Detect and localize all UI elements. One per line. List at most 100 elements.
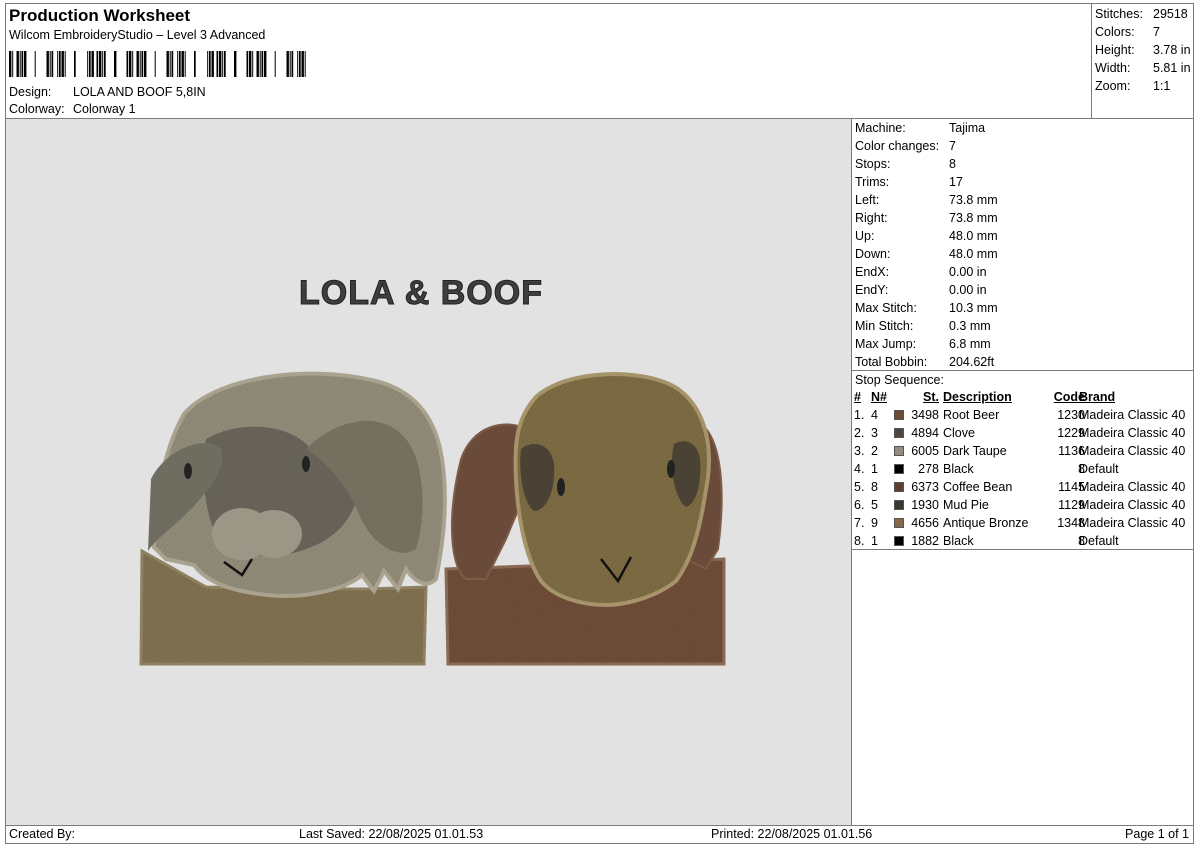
design-value: LOLA AND BOOF 5,8IN bbox=[73, 85, 206, 99]
needle-number: 2 bbox=[871, 444, 878, 458]
thread-brand: Madeira Classic 40 bbox=[1079, 444, 1186, 458]
height-label: Height: bbox=[1095, 43, 1135, 57]
stitch-count: 278 bbox=[918, 462, 939, 476]
thread-description: Mud Pie bbox=[943, 498, 989, 512]
machine-info-label: Stops: bbox=[855, 157, 891, 171]
stop-index: 6. bbox=[854, 498, 865, 512]
zoom-label: Zoom: bbox=[1095, 79, 1131, 93]
col-code: Code bbox=[1053, 390, 1085, 404]
colorway-value: Colorway 1 bbox=[73, 102, 136, 116]
colors-value: 7 bbox=[1153, 25, 1160, 39]
created-by: Created By: bbox=[9, 827, 76, 841]
lola-rabbit bbox=[139, 371, 447, 666]
stop-sequence-row: 4. 1 278 Black 8 Default bbox=[852, 460, 1194, 478]
thread-brand: Default bbox=[1079, 462, 1119, 476]
machine-info-value: 204.62ft bbox=[949, 355, 995, 369]
stitch-count: 6373 bbox=[911, 480, 939, 494]
machine-info-value: 6.8 mm bbox=[949, 337, 991, 351]
machine-info-row: Stops: 8 bbox=[855, 155, 1191, 173]
stop-sequence-row: 8. 1 1882 Black 8 Default bbox=[852, 532, 1194, 550]
machine-info-value: 48.0 mm bbox=[949, 229, 998, 243]
stop-sequence-title: Stop Sequence: bbox=[855, 373, 944, 387]
machine-info-value: 0.00 in bbox=[949, 283, 987, 297]
stitch-count: 3498 bbox=[911, 408, 939, 422]
stitch-count: 1882 bbox=[911, 534, 939, 548]
width-row: Width: 5.81 in bbox=[1095, 59, 1195, 77]
design-label: Design: bbox=[9, 85, 52, 99]
worksheet-header: Production Worksheet Wilcom EmbroiderySt… bbox=[9, 5, 1089, 43]
stitch-count: 1930 bbox=[911, 498, 939, 512]
needle-number: 8 bbox=[871, 480, 878, 494]
thread-code: 8 bbox=[1078, 462, 1085, 476]
machine-info-label: Max Stitch: bbox=[855, 301, 917, 315]
height-row: Height: 3.78 in bbox=[1095, 41, 1195, 59]
boof-rabbit bbox=[444, 372, 726, 666]
machine-info-label: EndY: bbox=[855, 283, 889, 297]
colorway-label: Colorway: bbox=[9, 102, 65, 116]
machine-info-value: 48.0 mm bbox=[949, 247, 998, 261]
thread-brand: Madeira Classic 40 bbox=[1079, 498, 1186, 512]
machine-info-label: Max Jump: bbox=[855, 337, 917, 351]
machine-info-row: Max Jump: 6.8 mm bbox=[855, 335, 1191, 353]
stitch-count: 4894 bbox=[911, 426, 939, 440]
height-value: 3.78 in bbox=[1153, 43, 1191, 57]
stop-sequence-header: # N# St. Description Code Brand bbox=[852, 388, 1194, 406]
thread-code: 1145 bbox=[1058, 480, 1085, 494]
machine-info-label: Left: bbox=[855, 193, 880, 207]
thread-description: Clove bbox=[943, 426, 975, 440]
machine-info-value: Tajima bbox=[949, 121, 986, 135]
thread-description: Black bbox=[943, 534, 974, 548]
thread-description: Coffee Bean bbox=[943, 480, 1013, 494]
stop-sequence-row: 1. 4 3498 Root Beer 1230 Madeira Classic 40 bbox=[852, 406, 1194, 424]
machine-info-row: Machine: Tajima bbox=[855, 119, 1191, 137]
header-divider bbox=[1091, 3, 1092, 118]
machine-info-label: Min Stitch: bbox=[855, 319, 914, 333]
embroidery-artwork: LOLA & BOOF bbox=[139, 274, 726, 666]
software-name: Wilcom EmbroideryStudio – Level 3 Advanc… bbox=[9, 28, 266, 42]
needle-number: 1 bbox=[871, 462, 878, 476]
stop-index: 7. bbox=[854, 516, 865, 530]
machine-info-label: Down: bbox=[855, 247, 891, 261]
zoom-value: 1:1 bbox=[1153, 79, 1171, 93]
machine-info-value: 73.8 mm bbox=[949, 193, 998, 207]
col-brand: Brand bbox=[1079, 390, 1116, 404]
stop-index: 4. bbox=[854, 462, 865, 476]
stitches-label: Stitches: bbox=[1095, 7, 1143, 21]
page-title: Production Worksheet bbox=[9, 6, 191, 25]
machine-info-row: Color changes: 7 bbox=[855, 137, 1191, 155]
width-label: Width: bbox=[1095, 61, 1131, 75]
design-preview: LOLA & BOOF bbox=[6, 119, 851, 825]
machine-info-value: 7 bbox=[949, 139, 956, 153]
stop-index: 2. bbox=[854, 426, 865, 440]
stop-sequence-table: # N# St. Description Code Brand 1. 4 3498 R… bbox=[852, 388, 1194, 550]
thread-brand: Madeira Classic 40 bbox=[1079, 408, 1186, 422]
needle-number: 5 bbox=[871, 498, 878, 512]
machine-info-label: Trims: bbox=[855, 175, 890, 189]
stitches-row: Stitches: 29518 bbox=[1095, 5, 1195, 23]
design-text: LOLA & BOOF bbox=[299, 274, 543, 312]
stop-index: 1. bbox=[854, 408, 865, 422]
width-value: 5.81 in bbox=[1153, 61, 1191, 75]
machine-info-value: 0.00 in bbox=[949, 265, 987, 279]
thread-code: 8 bbox=[1078, 534, 1085, 548]
color-swatch bbox=[894, 464, 904, 474]
machine-info-value: 73.8 mm bbox=[949, 211, 998, 225]
machine-info-label: Right: bbox=[855, 211, 888, 225]
color-swatch bbox=[894, 482, 904, 492]
machine-info-row: Up: 48.0 mm bbox=[855, 227, 1191, 245]
machine-info-label: Total Bobbin: bbox=[855, 355, 928, 369]
machine-info-value: 10.3 mm bbox=[949, 301, 998, 315]
stop-index: 8. bbox=[854, 534, 865, 548]
color-swatch bbox=[894, 518, 904, 528]
needle-number: 4 bbox=[871, 408, 878, 422]
stitches-value: 29518 bbox=[1153, 7, 1188, 21]
machine-info-row: Down: 48.0 mm bbox=[855, 245, 1191, 263]
barcode bbox=[9, 51, 306, 77]
machine-info-row: Right: 73.8 mm bbox=[855, 209, 1191, 227]
machine-info-label: Up: bbox=[855, 229, 875, 243]
thread-code: 1348 bbox=[1057, 516, 1085, 530]
stitch-count: 6005 bbox=[911, 444, 939, 458]
machine-info-label: Color changes: bbox=[855, 139, 940, 153]
machine-info-label: Machine: bbox=[855, 121, 906, 135]
machine-info-value: 8 bbox=[949, 157, 956, 171]
